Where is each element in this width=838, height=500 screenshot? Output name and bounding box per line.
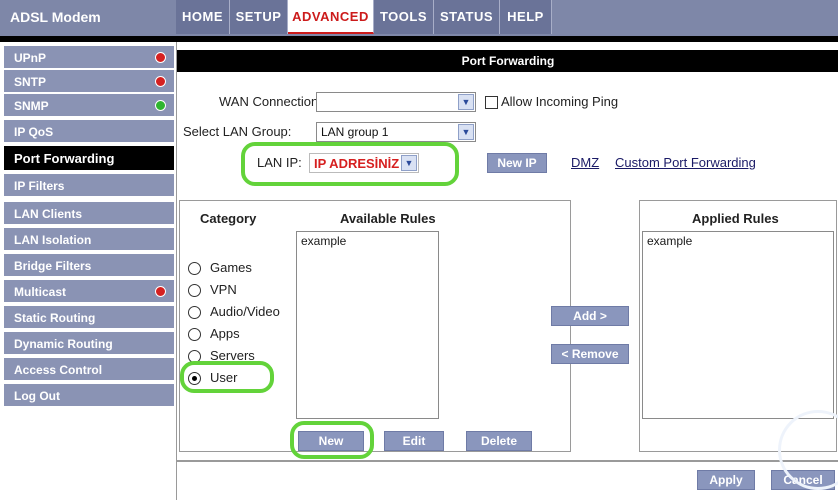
sidebar-item-sntp[interactable]: SNTP (4, 70, 174, 94)
category-vpn: VPN (210, 282, 237, 297)
sidebar-item-multicast[interactable]: Multicast (4, 280, 174, 304)
sidebar-item-label: Bridge Filters (14, 259, 92, 273)
applied-rules-title: Applied Rules (692, 211, 779, 226)
tab-help[interactable]: HELP (500, 0, 552, 34)
available-rules-title: Available Rules (340, 211, 436, 226)
status-red-icon (155, 76, 166, 87)
tab-setup[interactable]: SETUP (230, 0, 288, 34)
sidebar-item-label: Log Out (14, 389, 60, 403)
sidebar-item-label: Port Forwarding (14, 151, 115, 166)
lan-ip-label: LAN IP: (257, 155, 302, 170)
sidebar-item-label: Dynamic Routing (14, 337, 113, 351)
sidebar-item-lan-clients[interactable]: LAN Clients (4, 202, 174, 226)
remove-rule-button[interactable]: < Remove (551, 344, 629, 364)
top-navigation-bar: ADSL Modem HOME SETUP ADVANCED TOOLS STA… (0, 0, 838, 36)
wan-connection-select[interactable]: ▼ (316, 92, 476, 112)
footer-divider (177, 460, 838, 462)
radio-games[interactable] (188, 262, 201, 275)
applied-rules-list[interactable]: example (642, 231, 834, 419)
category-title: Category (200, 211, 257, 226)
sidebar-item-ip-qos[interactable]: IP QoS (4, 120, 174, 144)
new-rule-button[interactable]: New (298, 431, 364, 451)
main-content: Port Forwarding WAN Connection: ▼ Allow … (176, 42, 838, 500)
radio-apps[interactable] (188, 328, 201, 341)
radio-servers[interactable] (188, 350, 201, 363)
chevron-down-icon: ▼ (401, 155, 417, 171)
status-red-icon (155, 52, 166, 63)
sidebar-item-upnp[interactable]: UPnP (4, 46, 174, 70)
dmz-link[interactable]: DMZ (571, 155, 599, 170)
sidebar-item-lan-isolation[interactable]: LAN Isolation (4, 228, 174, 252)
tab-home[interactable]: HOME (176, 0, 230, 34)
lan-group-value: LAN group 1 (321, 125, 389, 139)
apply-button[interactable]: Apply (697, 470, 755, 490)
radio-audio-video[interactable] (188, 306, 201, 319)
chevron-down-icon: ▼ (458, 124, 474, 140)
tab-status[interactable]: STATUS (434, 0, 500, 34)
lan-group-select[interactable]: LAN group 1 ▼ (316, 122, 476, 142)
sidebar-item-dynamic-routing[interactable]: Dynamic Routing (4, 332, 174, 356)
category-games: Games (210, 260, 252, 275)
custom-port-forwarding-link[interactable]: Custom Port Forwarding (615, 155, 756, 170)
add-rule-button[interactable]: Add > (551, 306, 629, 326)
category-audio-video: Audio/Video (210, 304, 280, 319)
status-red-icon (155, 286, 166, 297)
allow-ping-checkbox[interactable] (485, 96, 498, 109)
sidebar-item-label: LAN Isolation (14, 233, 92, 247)
sidebar-item-label: Access Control (14, 363, 103, 377)
sidebar-item-label: IP QoS (14, 125, 54, 139)
chevron-down-icon: ▼ (458, 94, 474, 110)
tab-tools[interactable]: TOOLS (374, 0, 434, 34)
category-servers: Servers (210, 348, 255, 363)
edit-rule-button[interactable]: Edit (384, 431, 444, 451)
sidebar-item-log-out[interactable]: Log Out (4, 384, 174, 408)
sidebar: UPnP SNTP SNMP IP QoS Port Forwarding IP… (0, 44, 174, 500)
list-item[interactable]: example (301, 234, 434, 248)
sidebar-item-static-routing[interactable]: Static Routing (4, 306, 174, 330)
sidebar-item-label: Static Routing (14, 311, 96, 325)
page-title: Port Forwarding (177, 50, 838, 72)
sidebar-item-label: SNTP (14, 75, 47, 89)
lan-ip-select[interactable]: IP ADRESİNİZ ▼ (309, 153, 419, 173)
status-green-icon (155, 100, 166, 111)
delete-rule-button[interactable]: Delete (466, 431, 532, 451)
new-ip-button[interactable]: New IP (487, 153, 547, 173)
select-lan-group-label: Select LAN Group: (183, 124, 292, 139)
category-apps: Apps (210, 326, 240, 341)
sidebar-item-access-control[interactable]: Access Control (4, 358, 174, 382)
lan-ip-value: IP ADRESİNİZ (314, 156, 400, 171)
sidebar-item-ip-filters[interactable]: IP Filters (4, 174, 174, 198)
tab-advanced[interactable]: ADVANCED (288, 0, 374, 34)
rules-panel: Category Available Rules Games VPN Audio… (179, 200, 571, 459)
allow-ping-label: Allow Incoming Ping (501, 94, 619, 109)
sidebar-item-bridge-filters[interactable]: Bridge Filters (4, 254, 174, 278)
sidebar-item-port-forwarding[interactable]: Port Forwarding (4, 146, 174, 172)
wan-connection-label: WAN Connection: (219, 94, 322, 109)
sidebar-item-snmp[interactable]: SNMP (4, 94, 174, 118)
sidebar-item-label: IP Filters (14, 179, 65, 193)
sidebar-item-label: Multicast (14, 285, 67, 299)
sidebar-item-label: LAN Clients (14, 207, 83, 221)
radio-user[interactable] (188, 372, 201, 385)
list-item[interactable]: example (647, 234, 829, 248)
sidebar-item-label: SNMP (14, 99, 49, 113)
category-user: User (210, 370, 238, 385)
sidebar-item-label: UPnP (14, 51, 47, 65)
available-rules-list[interactable]: example (296, 231, 439, 419)
brand-title: ADSL Modem (0, 0, 176, 36)
radio-vpn[interactable] (188, 284, 201, 297)
